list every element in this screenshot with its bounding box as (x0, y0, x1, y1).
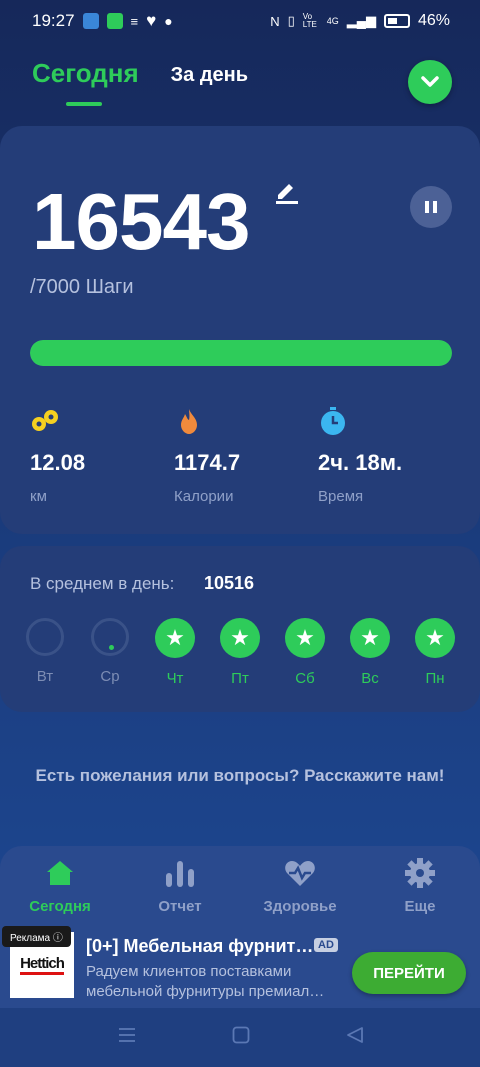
nav-item-report[interactable]: Отчет (120, 858, 240, 915)
ad-badge: AD (314, 938, 338, 952)
ad-title: [0+] Мебельная фурнит… (86, 936, 314, 956)
ad-tag-label: Реклама (10, 933, 51, 944)
day-label: Вт (36, 668, 54, 685)
goal-star: ★ (220, 618, 260, 658)
average-value: 10516 (204, 573, 255, 593)
heart-notification-icon: ♥ (146, 11, 157, 30)
day-label: Сб (295, 670, 315, 687)
ad-banner[interactable]: Hettich Реклама ⓘ [0+] Мебельная фурнит…… (0, 922, 480, 1008)
app-notification-icon (82, 13, 99, 29)
ad-go-button[interactable]: ПЕРЕЙТИ (352, 952, 466, 994)
bar-chart-icon (120, 858, 240, 888)
home-icon (0, 858, 120, 888)
star-icon: ★ (295, 625, 315, 650)
day-ring (26, 618, 64, 656)
average-label: В среднем в день: (30, 574, 175, 593)
volte-indicator: Vo LTE (302, 12, 317, 29)
network-indicator: 4G (326, 16, 339, 26)
day-item[interactable]: Вт (25, 618, 65, 685)
distance-icon (30, 406, 85, 436)
top-tabs: Сегодня За день (32, 58, 452, 108)
nav-label: Сегодня (29, 898, 91, 915)
stat-distance: 12.08 км (30, 406, 85, 505)
notes-icon: ≡ (130, 13, 139, 29)
edit-icon[interactable] (274, 178, 300, 209)
stat-label: Калории (174, 488, 234, 505)
ad-description: Радуем клиентов поставками мебельной фур… (86, 963, 325, 1000)
nav-label: Здоровье (263, 898, 337, 915)
stopwatch-icon (318, 406, 402, 436)
flame-icon (174, 406, 240, 436)
pause-button[interactable] (410, 186, 452, 228)
step-count: 16543 (32, 177, 250, 266)
stat-label: Время (318, 488, 364, 505)
stat-value: 2ч. 18м. (318, 450, 403, 475)
stat-value: 12.08 (30, 450, 86, 475)
day-item[interactable]: ★ Чт (155, 618, 195, 687)
vibrate-icon: ▯ (287, 13, 295, 28)
day-item[interactable]: ★ Сб (285, 618, 325, 687)
tab-per-day[interactable]: За день (171, 64, 248, 87)
nav-item-health[interactable]: Здоровье (240, 858, 360, 915)
today-card: 16543 /7000 Шаги 12.08 км 1174.7 Калории… (0, 126, 480, 534)
average-card: В среднем в день: 10516 Вт Ср ★ Чт ★ Пт … (0, 546, 480, 712)
star-icon: ★ (425, 625, 445, 650)
pause-icon (425, 201, 429, 213)
step-goal: /7000 Шаги (30, 276, 134, 298)
star-icon: ★ (230, 625, 250, 650)
nav-label: Отчет (158, 898, 202, 915)
day-label: Ср (100, 668, 120, 685)
app-notification-icon (106, 13, 123, 29)
home-square-icon[interactable] (232, 1026, 250, 1049)
star-icon: ★ (360, 625, 380, 650)
tab-today-label: Сегодня (32, 58, 139, 88)
nav-item-more[interactable]: Еще (360, 858, 480, 915)
day-ring (91, 618, 129, 656)
status-time: 19:27 (32, 11, 75, 30)
dot-icon: ● (164, 13, 173, 29)
chevron-down-icon (421, 76, 439, 87)
nav-item-today[interactable]: Сегодня (0, 858, 120, 915)
star-icon: ★ (165, 625, 185, 650)
feedback-link[interactable]: Есть пожелания или вопросы? Расскажите н… (30, 764, 450, 788)
day-label: Вс (361, 670, 379, 687)
goal-star: ★ (350, 618, 390, 658)
status-bar: 19:27 ≡ ♥ ● N ▯ Vo LTE 4G ▂▄▆ 46% (0, 0, 480, 42)
signal-icon: ▂▄▆ (346, 13, 376, 28)
heart-pulse-icon (240, 858, 360, 888)
bottom-nav: Сегодня Отчет Здоровье Еще (0, 846, 480, 926)
info-icon: ⓘ (52, 933, 63, 944)
battery-icon (383, 14, 410, 28)
tab-today[interactable]: Сегодня (32, 58, 139, 106)
goal-star: ★ (285, 618, 325, 658)
ad-logo-text: Hettich (20, 955, 65, 975)
active-tab-indicator (66, 102, 102, 106)
day-label: Пн (425, 670, 445, 687)
pause-icon (433, 201, 437, 213)
dropdown-button[interactable] (408, 60, 452, 104)
day-label: Чт (166, 670, 184, 687)
step-progress-bar (30, 340, 452, 366)
day-item[interactable]: ★ Пт (220, 618, 260, 687)
goal-star: ★ (155, 618, 195, 658)
day-label: Пт (231, 670, 249, 687)
ad-tag[interactable]: Реклама ⓘ (2, 926, 71, 947)
day-item[interactable]: ★ Пн (415, 618, 455, 687)
back-icon[interactable] (346, 1026, 364, 1049)
battery-percent: 46% (417, 12, 450, 29)
nfc-icon: N (270, 13, 280, 29)
day-item[interactable]: ★ Вс (350, 618, 390, 687)
goal-star: ★ (415, 618, 455, 658)
day-item[interactable]: Ср (90, 618, 130, 685)
stat-calories: 1174.7 Калории (174, 406, 240, 505)
stat-time: 2ч. 18м. Время (318, 406, 402, 505)
nav-label: Еще (404, 898, 436, 915)
system-nav-bar (0, 1008, 480, 1067)
step-progress-fill (30, 340, 452, 366)
stat-value: 1174.7 (174, 450, 241, 475)
gear-icon (360, 858, 480, 888)
menu-icon[interactable] (118, 1026, 136, 1049)
stat-label: км (30, 488, 47, 505)
